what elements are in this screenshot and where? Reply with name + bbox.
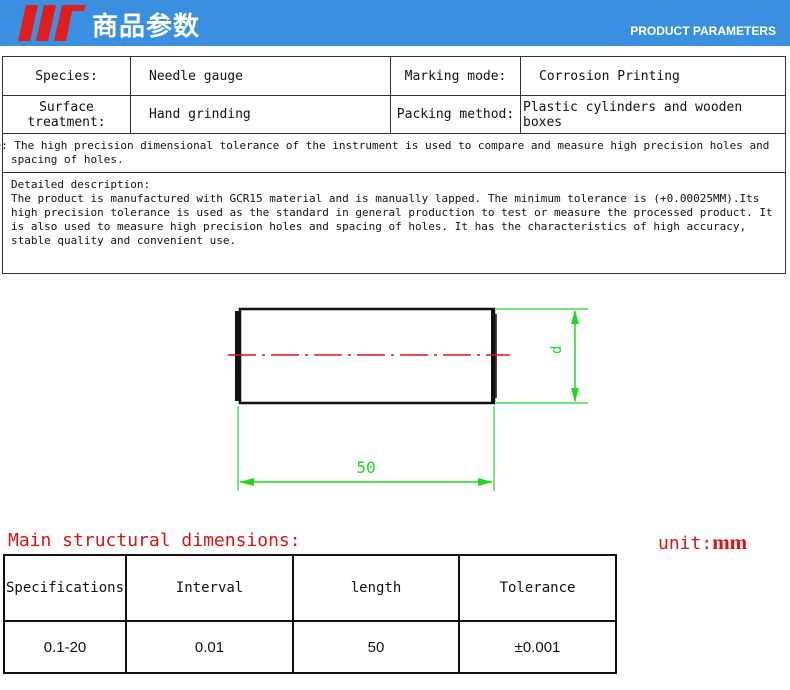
header-title-cn: 商品参数 xyxy=(92,12,201,42)
description-body: The product is manufactured with GCR15 m… xyxy=(11,192,773,247)
species-value: Needle gauge xyxy=(130,56,391,96)
header-interval: Interval xyxy=(125,554,295,622)
usage-row: Usage: The high precision dimensional to… xyxy=(0,133,786,173)
description-heading: Detailed description: xyxy=(11,178,151,191)
diameter-arrow-top xyxy=(571,310,579,324)
header-specifications: Specifications xyxy=(2,554,128,622)
params-row-species: Species: Needle gauge Marking mode: Corr… xyxy=(2,56,786,96)
value-length: 50 xyxy=(292,620,461,674)
description-row: Detailed description: The product is man… xyxy=(2,172,786,274)
length-arrow-left xyxy=(239,478,254,486)
surface-label-line1: Surface xyxy=(39,99,94,115)
unit-value: mm xyxy=(712,530,748,554)
packing-value: Plastic cylinders and wooden boxes xyxy=(520,95,786,134)
header-length: length xyxy=(292,554,461,622)
needle-gauge-drawing: d 50 xyxy=(228,307,588,491)
diameter-arrow-bottom xyxy=(571,388,579,402)
packing-label: Packing method: xyxy=(390,95,521,134)
species-label: Species: xyxy=(2,56,131,96)
description-cell: Detailed description: The product is man… xyxy=(2,172,786,274)
unit-label: unit:mm xyxy=(658,530,747,555)
diameter-label: d xyxy=(549,346,565,354)
dimensions-value-row: 0.1-20 0.01 50 ±0.001 xyxy=(2,620,617,674)
dimensions-title: Main structural dimensions: xyxy=(8,530,301,551)
usage-text: Usage: The high precision dimensional to… xyxy=(0,133,786,173)
value-interval: 0.01 xyxy=(125,620,295,674)
value-tolerance: ±0.001 xyxy=(458,620,617,674)
dimensions-table: Specifications Interval length Tolerance… xyxy=(2,554,617,674)
header-tolerance: Tolerance xyxy=(458,554,617,622)
dimensions-header-row: Specifications Interval length Tolerance xyxy=(2,554,617,622)
header-banner: 商品参数 PRODUCT PARAMETERS xyxy=(0,0,790,46)
brand-logo-icon xyxy=(18,5,86,41)
length-label: 50 xyxy=(356,458,375,477)
marking-value: Corrosion Printing xyxy=(520,56,786,96)
value-specifications: 0.1-20 xyxy=(2,620,128,674)
params-row-surface: Surface treatment: Hand grinding Packing… xyxy=(2,95,786,134)
gauge-body-outline xyxy=(238,307,496,405)
product-params-table: Species: Needle gauge Marking mode: Corr… xyxy=(0,56,786,274)
surface-label: Surface treatment: xyxy=(2,95,131,134)
surface-value: Hand grinding xyxy=(130,95,391,134)
header-title-en: PRODUCT PARAMETERS xyxy=(630,24,776,38)
gauge-left-end xyxy=(235,311,241,401)
length-arrow-right xyxy=(478,478,493,486)
marking-label: Marking mode: xyxy=(390,56,521,96)
unit-prefix: unit: xyxy=(658,533,713,554)
surface-label-line2: treatment: xyxy=(27,114,106,130)
